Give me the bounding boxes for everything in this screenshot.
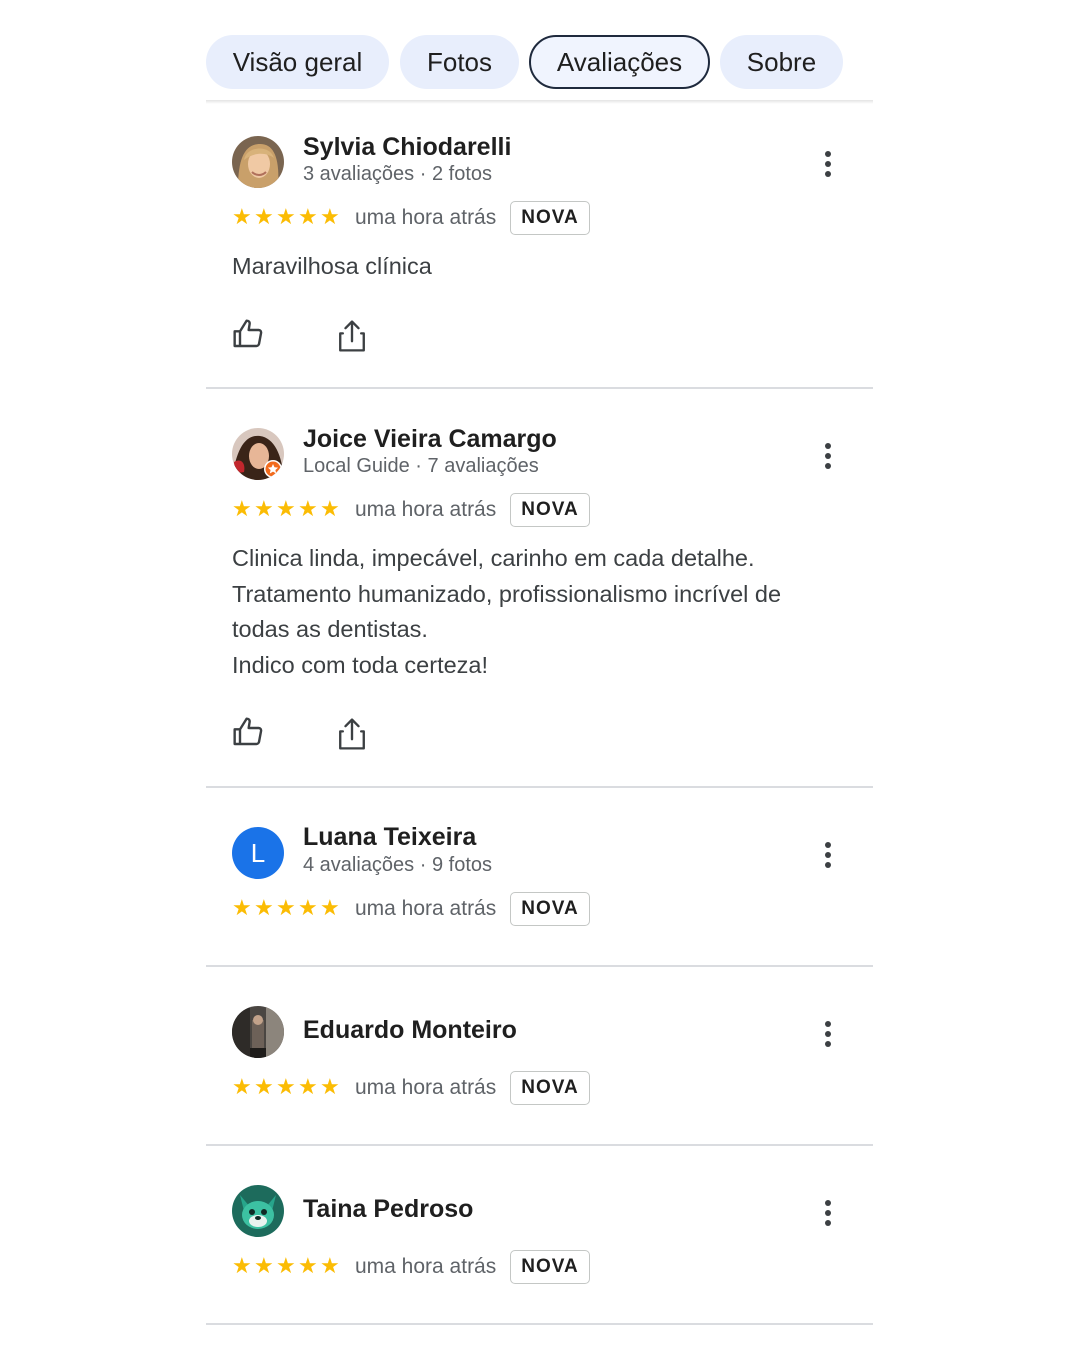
star-rating: ★ ★ ★ ★ ★ [232, 207, 342, 229]
star-icon: ★ [298, 1254, 318, 1279]
star-icon: ★ [276, 497, 296, 522]
tab-about[interactable]: Sobre [720, 35, 843, 89]
star-icon: ★ [232, 1254, 252, 1279]
share-icon[interactable] [336, 717, 370, 751]
reviewer-name[interactable]: Joice Vieira Camargo [303, 425, 557, 454]
star-icon: ★ [232, 896, 252, 921]
review-text: Clinica linda, impecável, carinho em cad… [232, 541, 842, 683]
new-badge: NOVA [510, 1250, 590, 1284]
star-icon: ★ [298, 1075, 318, 1100]
avatar[interactable] [232, 428, 284, 480]
share-icon[interactable] [336, 319, 370, 353]
divider [206, 786, 873, 788]
star-rating: ★ ★ ★ ★ ★ [232, 1256, 342, 1278]
avatar[interactable]: L [232, 827, 284, 879]
star-icon: ★ [298, 896, 318, 921]
new-badge: NOVA [510, 201, 590, 235]
star-icon: ★ [320, 205, 340, 230]
review-time: uma hora atrás [355, 206, 497, 229]
star-icon: ★ [320, 896, 340, 921]
more-vert-icon[interactable] [820, 1021, 836, 1051]
review-time: uma hora atrás [355, 1076, 497, 1099]
reviewer-name[interactable]: Eduardo Monteiro [303, 1016, 517, 1045]
star-icon: ★ [320, 1254, 340, 1279]
star-icon: ★ [254, 896, 274, 921]
star-rating: ★ ★ ★ ★ ★ [232, 499, 342, 521]
divider [206, 1144, 873, 1146]
star-icon: ★ [254, 1254, 274, 1279]
tab-overview[interactable]: Visão geral [206, 35, 389, 89]
thumbs-up-icon[interactable] [232, 716, 266, 750]
star-icon: ★ [254, 497, 274, 522]
rating-row: ★ ★ ★ ★ ★ uma hora atrás NOVA [232, 1250, 590, 1284]
avatar[interactable] [232, 136, 284, 188]
reviewer-meta: 3 avaliações · 2 fotos [303, 163, 492, 185]
avatar[interactable] [232, 1006, 284, 1058]
more-vert-icon[interactable] [820, 443, 836, 473]
tab-bar-shadow [206, 100, 873, 104]
star-icon: ★ [276, 205, 296, 230]
new-badge: NOVA [510, 493, 590, 527]
reviewer-name[interactable]: Sylvia Chiodarelli [303, 133, 511, 162]
star-icon: ★ [232, 205, 252, 230]
star-icon: ★ [320, 497, 340, 522]
divider [206, 1323, 873, 1325]
new-badge: NOVA [510, 892, 590, 926]
rating-row: ★ ★ ★ ★ ★ uma hora atrás NOVA [232, 1071, 590, 1105]
review-text-line: Maravilhosa clínica [232, 253, 432, 279]
reviewer-meta: Local Guide · 7 avaliações [303, 455, 539, 477]
tab-reviews[interactable]: Avaliações [529, 35, 710, 89]
star-icon: ★ [232, 1075, 252, 1100]
reviewer-name[interactable]: Luana Teixeira [303, 823, 476, 852]
review-text-line: todas as dentistas. [232, 616, 428, 642]
reviewer-meta: 4 avaliações · 9 fotos [303, 854, 492, 876]
more-vert-icon[interactable] [820, 1200, 836, 1230]
tab-photos[interactable]: Fotos [400, 35, 519, 89]
thumbs-up-icon[interactable] [232, 318, 266, 352]
review-text-line: Tratamento humanizado, profissionalismo … [232, 580, 782, 607]
review-time: uma hora atrás [355, 1255, 497, 1278]
star-icon: ★ [254, 1075, 274, 1100]
rating-row: ★ ★ ★ ★ ★ uma hora atrás NOVA [232, 892, 590, 926]
star-rating: ★ ★ ★ ★ ★ [232, 1077, 342, 1099]
star-rating: ★ ★ ★ ★ ★ [232, 898, 342, 920]
avatar[interactable] [232, 1185, 284, 1237]
reviewer-name[interactable]: Taina Pedroso [303, 1195, 473, 1224]
star-icon: ★ [232, 497, 252, 522]
review-text-line: Indico com toda certeza! [232, 651, 489, 678]
rating-row: ★ ★ ★ ★ ★ uma hora atrás NOVA [232, 201, 590, 235]
review-text: Maravilhosa clínica [232, 249, 842, 285]
more-vert-icon[interactable] [820, 842, 836, 872]
star-icon: ★ [276, 1254, 296, 1279]
divider [206, 387, 873, 389]
tab-bar: Visão geral Fotos Avaliações Sobre [206, 35, 873, 89]
star-icon: ★ [276, 1075, 296, 1100]
review-time: uma hora atrás [355, 897, 497, 920]
star-icon: ★ [320, 1075, 340, 1100]
more-vert-icon[interactable] [820, 151, 836, 181]
review-time: uma hora atrás [355, 498, 497, 521]
star-icon: ★ [276, 896, 296, 921]
divider [206, 965, 873, 967]
rating-row: ★ ★ ★ ★ ★ uma hora atrás NOVA [232, 493, 590, 527]
review-text-line: Clinica linda, impecável, carinho em cad… [232, 545, 755, 571]
star-icon: ★ [254, 205, 274, 230]
star-icon: ★ [298, 205, 318, 230]
star-icon: ★ [298, 497, 318, 522]
new-badge: NOVA [510, 1071, 590, 1105]
